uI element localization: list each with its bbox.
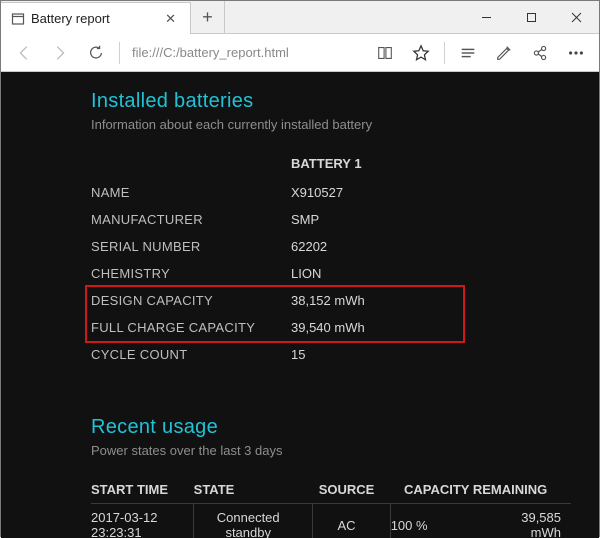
hub-button[interactable] [451,38,485,68]
cell-capacity-mwh: 39,585 mWh [457,504,571,538]
row-value: 62202 [291,233,461,260]
table-row: NAMEX910527 [91,179,461,206]
titlebar-drag-area [225,1,464,33]
favorite-button[interactable] [404,38,438,68]
row-value: LION [291,260,461,287]
reading-view-button[interactable] [368,38,402,68]
table-row: CHEMISTRYLION [91,260,461,287]
browser-tab[interactable]: Battery report ✕ [1,2,191,34]
row-value: 15 [291,341,461,368]
row-label: DESIGN CAPACITY [91,287,291,314]
col-start: START TIME [91,476,194,504]
row-label: CHEMISTRY [91,260,291,287]
battery-table: BATTERY 1 NAMEX910527 MANUFACTURERSMP SE… [91,150,461,368]
toolbar-separator [444,42,445,64]
cell-state: Connected standby [194,504,313,538]
table-row: DESIGN CAPACITY38,152 mWh [91,287,461,314]
new-tab-button[interactable]: + [191,1,225,33]
browser-titlebar: Battery report ✕ + [1,1,599,34]
col-state: STATE [194,476,313,504]
browser-toolbar: file:///C:/battery_report.html [1,34,599,72]
table-row: FULL CHARGE CAPACITY39,540 mWh [91,314,461,341]
cell-capacity-pct: 100 % [390,504,457,538]
window-maximize-button[interactable] [509,1,554,33]
tab-title: Battery report [31,11,155,26]
usage-table: START TIME STATE SOURCE CAPACITY REMAINI… [91,476,571,538]
page-icon [11,12,25,26]
recent-usage-heading: Recent usage [91,416,599,439]
table-row: MANUFACTURERSMP [91,206,461,233]
row-value: SMP [291,206,461,233]
cell-source: AC [313,504,390,538]
web-note-button[interactable] [487,38,521,68]
share-button[interactable] [523,38,557,68]
row-label: MANUFACTURER [91,206,291,233]
more-button[interactable] [559,38,593,68]
page-content: Installed batteries Information about ea… [1,72,599,538]
toolbar-separator [119,42,120,64]
table-header-row: START TIME STATE SOURCE CAPACITY REMAINI… [91,476,571,504]
refresh-button[interactable] [79,38,113,68]
col-capacity: CAPACITY REMAINING [390,476,571,504]
address-bar[interactable]: file:///C:/battery_report.html [126,41,366,64]
cell-start-time: 2017-03-12 23:23:31 [91,504,194,538]
row-label: FULL CHARGE CAPACITY [91,314,291,341]
back-button[interactable] [7,38,41,68]
window-minimize-button[interactable] [464,1,509,33]
row-label: CYCLE COUNT [91,341,291,368]
row-label: NAME [91,179,291,206]
row-value: 38,152 mWh [291,287,461,314]
installed-batteries-subtitle: Information about each currently install… [91,117,599,132]
row-value: X910527 [291,179,461,206]
window-close-button[interactable] [554,1,599,33]
installed-batteries-heading: Installed batteries [91,90,599,113]
row-label: SERIAL NUMBER [91,233,291,260]
forward-button[interactable] [43,38,77,68]
table-row: 2017-03-12 23:23:31 Connected standby AC… [91,504,571,538]
table-row: CYCLE COUNT15 [91,341,461,368]
row-value: 39,540 mWh [291,314,461,341]
col-source: SOURCE [313,476,390,504]
table-row: SERIAL NUMBER62202 [91,233,461,260]
recent-usage-subtitle: Power states over the last 3 days [91,443,599,458]
tab-close-button[interactable]: ✕ [161,11,180,27]
battery-column-header: BATTERY 1 [291,150,461,179]
